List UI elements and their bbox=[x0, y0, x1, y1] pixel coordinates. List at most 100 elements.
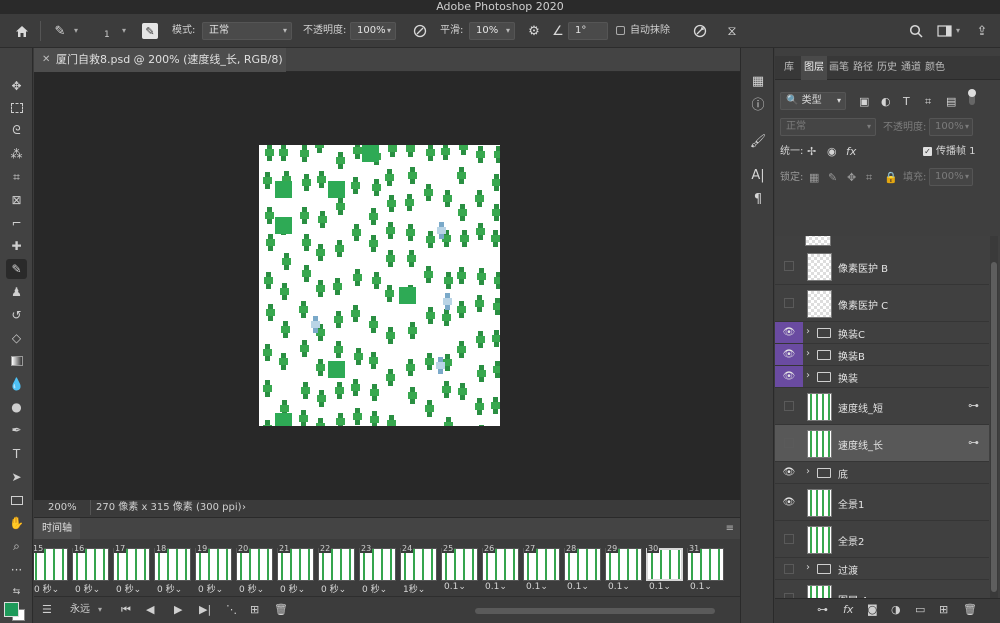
eyedropper-tool-icon[interactable]: ⌐ bbox=[6, 213, 27, 233]
magic-wand-tool-icon[interactable]: ⁂ bbox=[6, 144, 27, 164]
filter-pixel-icon[interactable]: ▣ bbox=[859, 94, 869, 110]
document-tab[interactable]: ✕ 厦门自救8.psd @ 200% (速度线_长, RGB/8) * bbox=[34, 48, 286, 90]
brush-settings-icon[interactable]: 🖌 bbox=[747, 130, 769, 152]
panel-tab[interactable]: 图层 bbox=[801, 56, 827, 80]
layer-group-row[interactable]: 👁 › 换装C bbox=[775, 322, 989, 344]
frame-tool-icon[interactable]: ⊠ bbox=[6, 190, 27, 210]
mode-select[interactable]: 正常 ▾ bbox=[202, 22, 292, 40]
timeline-scrollbar[interactable] bbox=[475, 608, 715, 614]
layer-row[interactable]: 速度线_短 ⊶ bbox=[775, 388, 989, 425]
blend-mode-select[interactable]: 正常 ▾ bbox=[780, 118, 876, 136]
timeline-frame[interactable]: 22 0 秒⌄ bbox=[318, 544, 355, 595]
expand-chevron-icon[interactable]: › bbox=[806, 370, 810, 381]
visibility-eye-icon[interactable] bbox=[775, 425, 803, 461]
panel-menu-icon[interactable]: ≡ bbox=[726, 518, 734, 540]
convert-timeline-icon[interactable]: ☰ bbox=[42, 601, 52, 619]
frame-delay[interactable]: 0.1⌄ bbox=[608, 582, 630, 592]
smoothing-input[interactable]: 10% ▾ bbox=[469, 22, 515, 40]
unify-visibility-icon[interactable]: ◉ bbox=[827, 144, 837, 160]
foreground-color-swatch[interactable] bbox=[4, 602, 19, 617]
layer-group-row[interactable]: 👁 › 底 bbox=[775, 462, 989, 484]
frame-delay[interactable]: 0.1⌄ bbox=[690, 582, 712, 592]
timeline-frame[interactable]: 30 0.1⌄ bbox=[646, 544, 683, 594]
layers-scrollbar[interactable] bbox=[990, 236, 998, 598]
delete-frame-icon[interactable]: 🗑 bbox=[274, 601, 288, 619]
share-icon[interactable]: ⇪ bbox=[972, 22, 992, 40]
frame-delay[interactable]: 1秒⌄ bbox=[403, 582, 425, 595]
character-icon[interactable]: A| bbox=[747, 164, 769, 186]
pressure-opacity-icon[interactable] bbox=[410, 22, 430, 40]
zoom-tool-icon[interactable]: ⌕ bbox=[6, 536, 27, 556]
timeline-frame[interactable]: 27 0.1⌄ bbox=[523, 544, 560, 594]
lock-artboard-icon[interactable]: ⌗ bbox=[866, 170, 872, 186]
filter-toggle[interactable] bbox=[968, 89, 976, 110]
frame-delay[interactable]: 0 秒⌄ bbox=[75, 582, 100, 595]
timeline-frame[interactable]: 16 0 秒⌄ bbox=[72, 544, 109, 595]
timeline-tab[interactable]: 时间轴 bbox=[34, 518, 80, 540]
timeline-frame[interactable]: 29 0.1⌄ bbox=[605, 544, 642, 594]
previous-frame-icon[interactable]: ◀ bbox=[146, 601, 154, 619]
layer-style-icon[interactable]: fx bbox=[843, 603, 853, 616]
timeline-frame[interactable]: 25 0.1⌄ bbox=[441, 544, 478, 594]
filter-adjustment-icon[interactable]: ◐ bbox=[881, 94, 891, 110]
loop-options[interactable]: 永远 bbox=[70, 601, 90, 619]
pencil-tool-preset-icon[interactable]: ✎ bbox=[50, 22, 70, 40]
paragraph-icon[interactable]: ¶ bbox=[747, 188, 769, 210]
visibility-eye-icon[interactable]: 👁 bbox=[775, 322, 803, 343]
next-frame-icon[interactable]: ▶| bbox=[199, 601, 211, 619]
timeline-frame[interactable]: 20 0 秒⌄ bbox=[236, 544, 273, 595]
brush-panel-icon[interactable]: ✎ bbox=[142, 23, 158, 39]
pencil-tool-icon[interactable]: ✎ bbox=[6, 259, 27, 279]
loop-caret[interactable]: ▾ bbox=[98, 601, 102, 619]
visibility-eye-icon[interactable]: 👁 bbox=[775, 344, 803, 365]
frame-delay[interactable]: 0.1⌄ bbox=[649, 582, 671, 592]
layer-row[interactable]: 像素医护 C bbox=[775, 285, 989, 322]
layer-group-row[interactable]: › 过渡 bbox=[775, 558, 989, 580]
gradient-tool-icon[interactable] bbox=[6, 351, 27, 371]
workspace-caret[interactable]: ▾ bbox=[956, 22, 960, 40]
frame-delay[interactable]: 0 秒⌄ bbox=[280, 582, 305, 595]
zoom-level[interactable]: 200% bbox=[48, 500, 77, 515]
lock-image-icon[interactable]: ✎ bbox=[828, 170, 837, 186]
healing-brush-tool-icon[interactable]: ✚ bbox=[6, 236, 27, 256]
new-group-icon[interactable]: ▭ bbox=[915, 603, 925, 616]
timeline-frame[interactable]: 19 0 秒⌄ bbox=[195, 544, 232, 595]
timeline-frame[interactable]: 24 1秒⌄ bbox=[400, 544, 437, 595]
frame-delay[interactable]: 0 秒⌄ bbox=[157, 582, 182, 595]
pressure-size-icon[interactable] bbox=[690, 22, 710, 40]
gear-icon[interactable]: ⚙ bbox=[524, 22, 544, 40]
fill-input[interactable]: 100% ▾ bbox=[929, 168, 973, 186]
unify-style-icon[interactable]: fx bbox=[846, 144, 856, 160]
add-mask-icon[interactable]: ◙ bbox=[867, 603, 878, 616]
workspace-icon[interactable] bbox=[934, 22, 954, 40]
layer-row[interactable]: 👁 全景1 bbox=[775, 484, 989, 521]
frame-delay[interactable]: 0 秒⌄ bbox=[198, 582, 223, 595]
visibility-eye-icon[interactable] bbox=[775, 248, 803, 284]
timeline-frame[interactable]: 18 0 秒⌄ bbox=[154, 544, 191, 595]
layer-row[interactable]: 全景2 bbox=[775, 521, 989, 558]
timeline-frame[interactable]: 21 0 秒⌄ bbox=[277, 544, 314, 595]
new-layer-icon[interactable]: ⊞ bbox=[939, 603, 948, 616]
expand-chevron-icon[interactable]: › bbox=[806, 562, 810, 573]
timeline-frame[interactable]: 26 0.1⌄ bbox=[482, 544, 519, 594]
layer-group-row[interactable]: 👁 › 换装B bbox=[775, 344, 989, 366]
duplicate-frame-icon[interactable]: ⊞ bbox=[250, 601, 259, 619]
layer-row[interactable]: 图层 4 bbox=[775, 580, 989, 598]
expand-chevron-icon[interactable]: › bbox=[806, 326, 810, 337]
symmetry-icon[interactable]: ⧖ bbox=[722, 22, 742, 40]
home-icon[interactable] bbox=[12, 22, 32, 40]
type-tool-icon[interactable]: T bbox=[6, 444, 27, 464]
document-canvas[interactable] bbox=[259, 145, 500, 426]
lock-position-icon[interactable]: ✥ bbox=[847, 170, 856, 186]
panel-tab[interactable]: 颜色 bbox=[923, 56, 947, 80]
history-brush-tool-icon[interactable]: ↺ bbox=[6, 305, 27, 325]
visibility-eye-icon[interactable] bbox=[775, 558, 803, 579]
hand-tool-icon[interactable]: ✋ bbox=[6, 513, 27, 533]
propagate-checkbox[interactable]: ✓ bbox=[923, 147, 932, 156]
frame-delay[interactable]: 0.1⌄ bbox=[526, 582, 548, 592]
move-tool-icon[interactable]: ✥ bbox=[6, 76, 27, 96]
frame-delay[interactable]: 0 秒⌄ bbox=[239, 582, 264, 595]
frame-delay[interactable]: 0 秒⌄ bbox=[362, 582, 387, 595]
lasso-tool-icon[interactable]: ᘓ bbox=[6, 120, 27, 140]
panel-tab[interactable]: 画笔 bbox=[827, 56, 851, 80]
